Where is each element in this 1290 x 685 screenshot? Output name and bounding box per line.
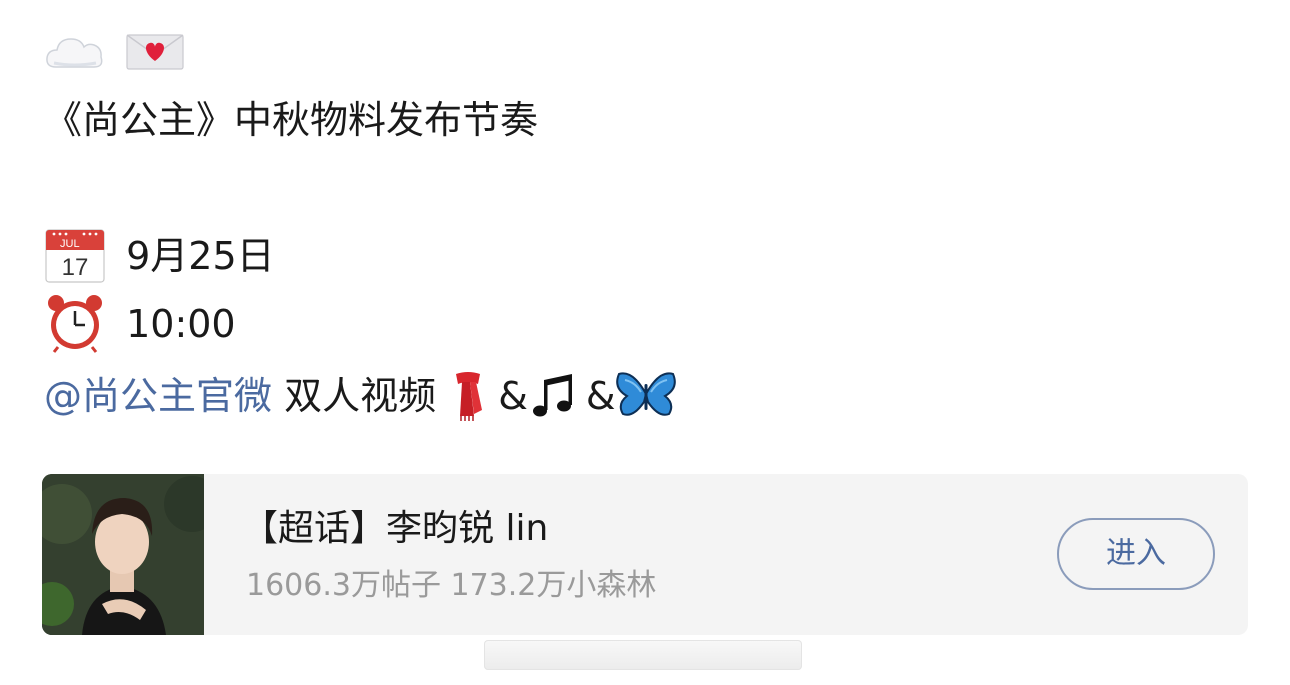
time-text: 10:00 [126, 302, 236, 346]
card-title[interactable]: 【超话】李昀锐 lin [242, 506, 548, 552]
amp-2: & [585, 374, 616, 418]
bottom-placeholder-bar [484, 640, 802, 670]
content-text: 双人视频 [272, 374, 449, 418]
scarf-icon [456, 371, 483, 421]
love-letter-icon [126, 33, 184, 70]
svg-text:17: 17 [62, 254, 89, 281]
time-line: 10:00 [44, 294, 236, 353]
music-notes-icon [532, 373, 572, 416]
enter-button[interactable]: 进入 [1057, 518, 1215, 590]
avatar-photo [42, 474, 204, 635]
butterfly-icon [616, 371, 677, 416]
date-line: JUL 17 9月25日 [44, 228, 275, 284]
super-topic-card[interactable]: 【超话】李昀锐 lin 1606.3万帖子 173.2万小森林 进入 [42, 474, 1248, 635]
mention-line: @尚公主官微 双人视频 & & [44, 371, 677, 422]
svg-text:JUL: JUL [60, 238, 80, 250]
mention-link[interactable]: @尚公主官微 [44, 374, 272, 418]
card-stats: 1606.3万帖子 173.2万小森林 [246, 568, 657, 603]
alarm-clock-icon [48, 294, 102, 353]
emoji-line [44, 24, 186, 75]
avatar-illustration [42, 474, 204, 635]
date-text: 9月25日 [126, 234, 275, 278]
cloud-icon [46, 37, 103, 68]
weibo-post: 《尚公主》中秋物料发布节奏 JUL 17 9月25日 10:00 @尚公主官微 … [0, 0, 1290, 685]
post-headline: 《尚公主》中秋物料发布节奏 [44, 98, 539, 142]
amp-1: & [498, 374, 528, 418]
calendar-icon: JUL 17 [45, 228, 105, 283]
